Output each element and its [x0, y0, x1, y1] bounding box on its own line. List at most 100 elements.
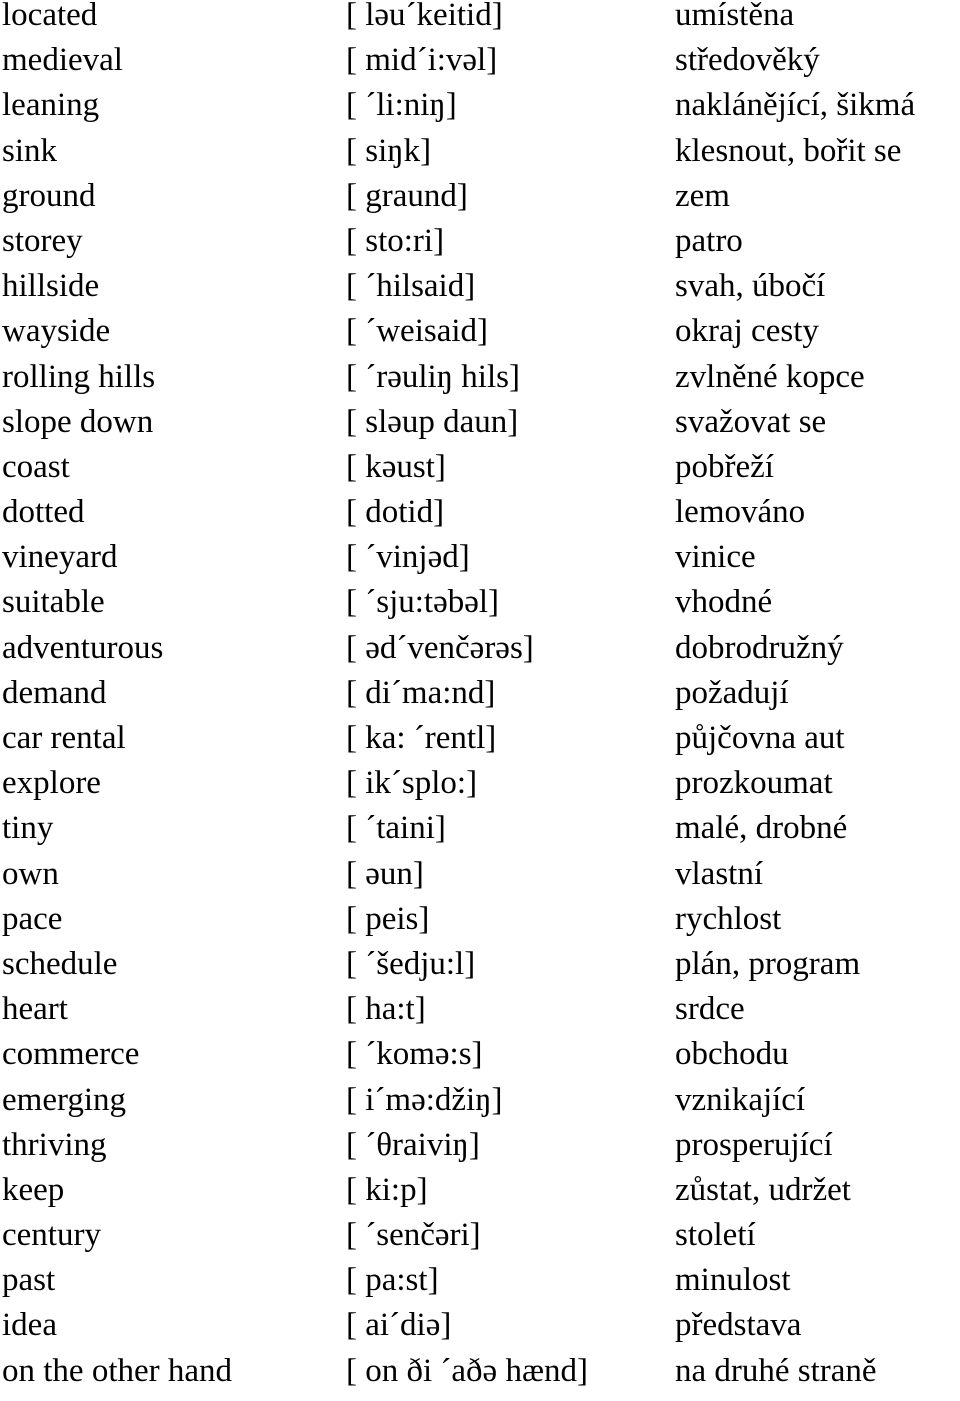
vocabulary-row: located [ ləuˊkeitid] umístěna	[0, 0, 960, 45]
czech-translation: představa	[675, 1307, 802, 1344]
czech-translation: středověký	[675, 42, 820, 79]
vocabulary-row: slope down [ sləup daun] svažovat se	[0, 403, 960, 452]
pronunciation: [ diˊma:nd]	[346, 674, 496, 711]
english-word: dotted	[2, 494, 85, 531]
vocabulary-row: idea [ aiˊdiə] představa	[0, 1307, 960, 1355]
english-word: ground	[2, 177, 96, 214]
czech-translation: lemováno	[675, 494, 806, 531]
vocabulary-row: ground [ graund] zem	[0, 177, 960, 226]
english-word: car rental	[2, 720, 126, 756]
czech-translation: vlastní	[675, 855, 763, 892]
english-word: demand	[2, 674, 107, 711]
english-word: explore	[2, 765, 101, 802]
pronunciation: [ on ði ˊaðə hænd]	[346, 1352, 588, 1389]
english-word: tiny	[2, 810, 54, 847]
pronunciation: [ ˊhilsaid]	[346, 268, 476, 305]
czech-translation: klesnout, bořit se	[675, 132, 902, 169]
pronunciation: [ ˊli:niŋ]	[346, 87, 457, 124]
vocabulary-row: heart [ ha:t] srdce	[0, 991, 960, 1039]
english-word: schedule	[2, 945, 118, 982]
pronunciation: [ dotid]	[346, 494, 445, 531]
english-word: emerging	[2, 1081, 127, 1118]
pronunciation: [ ˊvinjəd]	[346, 539, 470, 576]
english-word: on the other hand	[2, 1352, 233, 1389]
pronunciation: [ iˊmə:džiŋ]	[346, 1081, 503, 1118]
english-word: coast	[2, 448, 70, 485]
english-word: wayside	[2, 313, 111, 350]
english-word: idea	[2, 1307, 57, 1344]
pronunciation: [ ha:t]	[346, 991, 426, 1028]
vocabulary-row: hillside [ ˊhilsaid] svah, úbočí	[0, 268, 960, 316]
pronunciation: [ midˊi:vəl]	[346, 42, 498, 79]
pronunciation: [ ˊweisaid]	[346, 313, 489, 350]
vocabulary-row: car rental [ ka: ˊrentl] půjčovna aut	[0, 720, 960, 768]
vocabulary-row: medieval [ midˊi:vəl] středověký	[0, 42, 960, 90]
english-word: adventurous	[2, 629, 164, 666]
pronunciation: [ ləuˊkeitid]	[346, 0, 503, 33]
czech-translation: na druhé straně	[675, 1352, 877, 1389]
pronunciation: [ sləup daun]	[346, 403, 519, 440]
vocabulary-row: on the other hand [ on ði ˊaðə hænd] na …	[0, 1352, 960, 1401]
english-word: rolling hills	[2, 358, 156, 395]
czech-translation: naklánějící, šikmá	[675, 87, 916, 124]
pronunciation: [ aiˊdiə]	[346, 1307, 452, 1344]
czech-translation: umístěna	[675, 0, 795, 33]
vocabulary-row: schedule [ ˊšedju:l] plán, program	[0, 945, 960, 994]
english-word: suitable	[2, 584, 105, 621]
pronunciation: [ peis]	[346, 900, 430, 937]
czech-translation: prosperující	[675, 1126, 833, 1163]
czech-translation: vinice	[675, 539, 756, 576]
czech-translation: okraj cesty	[675, 313, 819, 350]
vocabulary-row: tiny [ ˊtaini] malé, drobné	[0, 810, 960, 858]
vocabulary-row: thriving [ ˊθraiviŋ] prosperující	[0, 1126, 960, 1175]
english-word: slope down	[2, 403, 154, 440]
english-word: past	[2, 1262, 56, 1299]
vocabulary-row: vineyard [ ˊvinjəd] vinice	[0, 539, 960, 587]
vocabulary-row: emerging [ iˊmə:džiŋ] vznikající	[0, 1081, 960, 1130]
czech-translation: minulost	[675, 1262, 791, 1299]
pronunciation: [ ˊsenčəri]	[346, 1217, 481, 1254]
czech-translation: vznikající	[675, 1081, 806, 1118]
czech-translation: obchodu	[675, 1036, 789, 1073]
vocabulary-row: rolling hills [ ˊrəuliŋ hils] zvlněné ko…	[0, 358, 960, 407]
english-word: keep	[2, 1171, 65, 1208]
pronunciation: [ siŋk]	[346, 132, 432, 169]
vocabulary-row: dotted [ dotid] lemováno	[0, 494, 960, 542]
pronunciation: [ pa:st]	[346, 1262, 439, 1299]
vocabulary-row: coast [ kəust] pobřeží	[0, 448, 960, 497]
pronunciation: [ ikˊsplo:]	[346, 765, 478, 802]
vocabulary-row: pace [ peis] rychlost	[0, 900, 960, 949]
vocabulary-row: suitable [ ˊsju:təbəl] vhodné	[0, 584, 960, 632]
vocabulary-table: located [ ləuˊkeitid] umístěna medieval …	[0, 0, 960, 1401]
pronunciation: [ ki:p]	[346, 1171, 428, 1208]
pronunciation: [ ədˊvenčərəs]	[346, 629, 534, 666]
vocabulary-row: storey [ sto:ri] patro	[0, 222, 960, 271]
vocabulary-row: adventurous [ ədˊvenčərəs] dobrodružný	[0, 629, 960, 678]
czech-translation: svažovat se	[675, 403, 827, 440]
pronunciation: [ əun]	[346, 855, 424, 892]
english-word: commerce	[2, 1036, 140, 1073]
english-word: vineyard	[2, 539, 118, 576]
czech-translation: zem	[675, 177, 730, 214]
czech-translation: patro	[675, 222, 743, 259]
pronunciation: [ ˊrəuliŋ hils]	[346, 358, 520, 395]
vocabulary-row: explore [ ikˊsplo:] prozkoumat	[0, 765, 960, 813]
czech-translation: zvlněné kopce	[675, 358, 865, 395]
pronunciation: [ sto:ri]	[346, 222, 445, 259]
english-word: located	[2, 0, 98, 33]
vocabulary-row: wayside [ ˊweisaid] okraj cesty	[0, 313, 960, 361]
czech-translation: plán, program	[675, 945, 861, 982]
english-word: medieval	[2, 42, 123, 79]
pronunciation: [ graund]	[346, 177, 468, 214]
pronunciation: [ ˊkomə:s]	[346, 1036, 483, 1073]
vocabulary-row: leaning [ ˊli:niŋ] naklánějící, šikmá	[0, 87, 960, 135]
english-word: century	[2, 1217, 101, 1254]
vocabulary-row: demand [ diˊma:nd] požadují	[0, 674, 960, 723]
english-word: storey	[2, 222, 83, 259]
english-word: sink	[2, 132, 58, 169]
english-word: hillside	[2, 268, 100, 305]
czech-translation: srdce	[675, 991, 745, 1028]
czech-translation: dobrodružný	[675, 629, 844, 666]
czech-translation: půjčovna aut	[675, 720, 845, 756]
vocabulary-row: sink [ siŋk] klesnout, bořit se	[0, 132, 960, 181]
